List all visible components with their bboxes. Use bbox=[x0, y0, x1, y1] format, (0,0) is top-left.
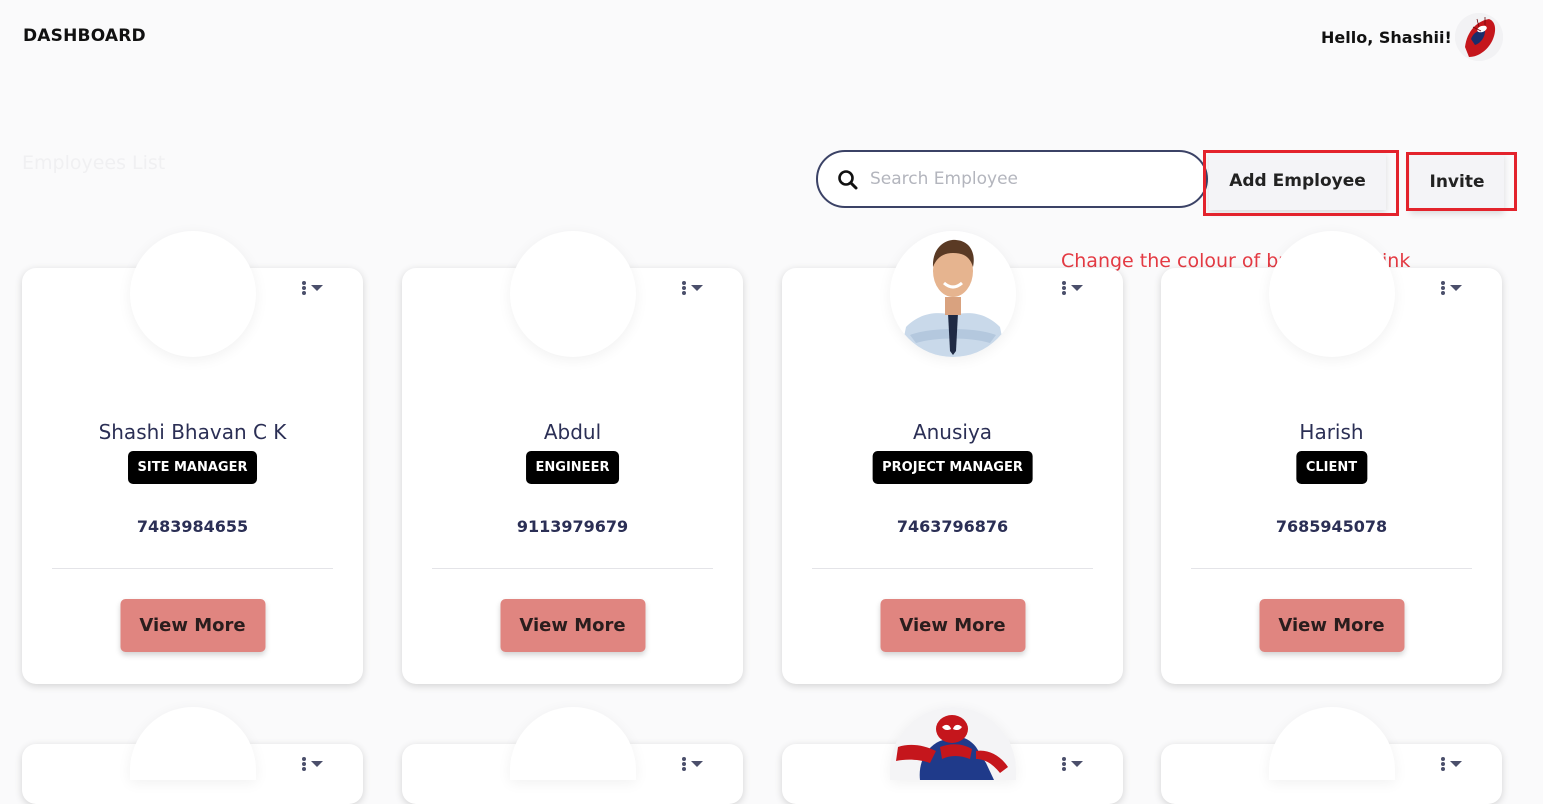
user-avatar[interactable] bbox=[1455, 13, 1503, 61]
employee-phone: 7463796876 bbox=[896, 517, 1009, 536]
search-bar[interactable] bbox=[816, 150, 1208, 208]
spiderman-avatar-icon bbox=[1455, 13, 1503, 61]
view-more-button[interactable]: View More bbox=[120, 599, 265, 652]
employee-name: Abdul bbox=[543, 420, 602, 444]
employee-photo-placeholder bbox=[510, 707, 636, 780]
view-more-button[interactable]: View More bbox=[500, 599, 645, 652]
kebab-menu-icon[interactable] bbox=[1061, 281, 1087, 295]
employee-name: Shashi Bhavan C K bbox=[98, 420, 287, 444]
employee-phone: 7685945078 bbox=[1275, 517, 1388, 536]
role-badge: CLIENT bbox=[1295, 451, 1368, 484]
card-divider bbox=[52, 568, 333, 569]
spiderman-photo-icon bbox=[890, 707, 1016, 780]
kebab-menu-icon[interactable] bbox=[1061, 757, 1087, 771]
role-badge: SITE MANAGER bbox=[127, 451, 258, 484]
employee-photo-placeholder bbox=[510, 231, 636, 357]
card-divider bbox=[432, 568, 713, 569]
invite-button[interactable]: Invite bbox=[1410, 153, 1504, 211]
view-more-button[interactable]: View More bbox=[880, 599, 1025, 652]
card-divider bbox=[1191, 568, 1472, 569]
kebab-menu-icon[interactable] bbox=[301, 757, 327, 771]
page-title: DASHBOARD bbox=[23, 26, 146, 46]
top-header: DASHBOARD Hello, Shashii! bbox=[0, 0, 1543, 80]
employee-photo bbox=[890, 707, 1016, 780]
man-portrait-icon bbox=[890, 231, 1016, 357]
card-divider bbox=[812, 568, 1093, 569]
employee-photo bbox=[890, 231, 1016, 357]
section-title: Employees List bbox=[22, 152, 166, 174]
employee-name: Anusiya bbox=[912, 420, 993, 444]
employee-phone: 7483984655 bbox=[136, 517, 249, 536]
role-badge: PROJECT MANAGER bbox=[872, 451, 1033, 484]
employee-photo-placeholder bbox=[130, 231, 256, 357]
employee-photo-placeholder bbox=[1269, 707, 1395, 780]
employee-name: Harish bbox=[1299, 420, 1364, 444]
employee-photo-placeholder bbox=[1269, 231, 1395, 357]
view-more-button[interactable]: View More bbox=[1259, 599, 1404, 652]
kebab-menu-icon[interactable] bbox=[681, 757, 707, 771]
kebab-menu-icon[interactable] bbox=[301, 281, 327, 295]
search-input[interactable] bbox=[870, 164, 1190, 194]
user-greeting: Hello, Shashii! bbox=[1321, 28, 1452, 47]
kebab-menu-icon[interactable] bbox=[681, 281, 707, 295]
kebab-menu-icon[interactable] bbox=[1440, 757, 1466, 771]
role-badge: ENGINEER bbox=[525, 451, 620, 484]
search-icon bbox=[837, 169, 859, 191]
kebab-menu-icon[interactable] bbox=[1440, 281, 1466, 295]
employee-photo-placeholder bbox=[130, 707, 256, 780]
add-employee-button[interactable]: Add Employee bbox=[1209, 152, 1386, 210]
employee-phone: 9113979679 bbox=[516, 517, 629, 536]
